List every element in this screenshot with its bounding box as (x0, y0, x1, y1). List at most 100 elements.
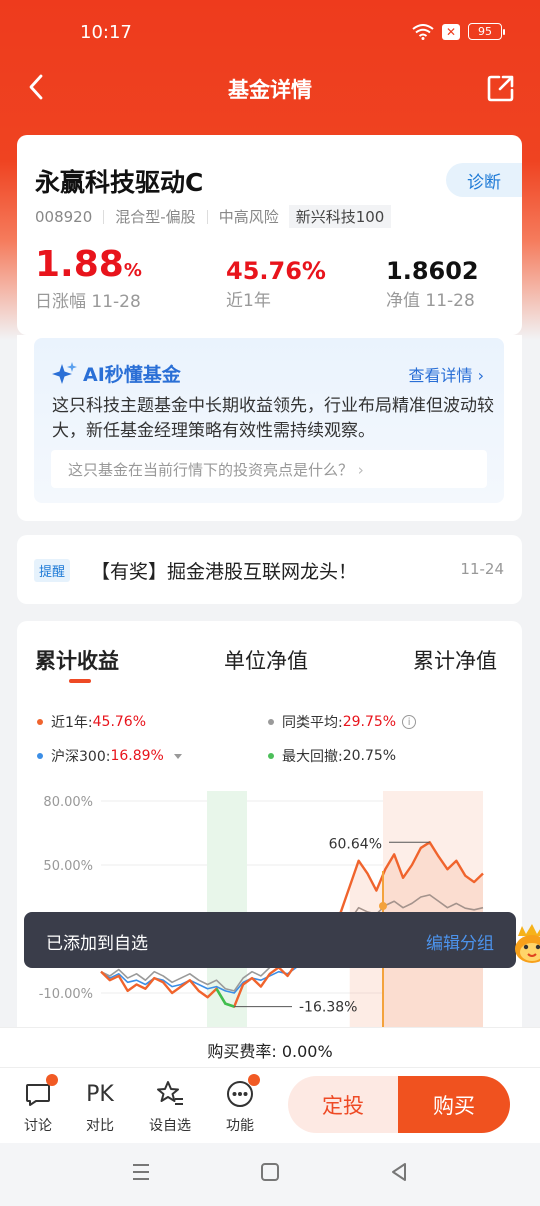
share-icon[interactable] (486, 73, 516, 103)
auto-invest-button[interactable]: 定投 (288, 1076, 398, 1133)
discuss-label: 讨论 (24, 1118, 52, 1134)
legend-drawdown: 最大回撤: 20.75% (268, 746, 396, 766)
notice-tag: 提醒 (34, 559, 71, 582)
event-marker-dot[interactable] (379, 902, 387, 910)
year-return-label: 近1年 (226, 291, 271, 312)
year-return-value: 45.76% (226, 257, 326, 285)
func-label: 功能 (226, 1118, 254, 1134)
bottom-action-bar: 讨论 PK 对比 设自选 功能 定投 购买 (0, 1067, 540, 1143)
daily-change-unit: % (123, 260, 142, 281)
fee-rate-text: 购买费率: 0.00% (207, 1042, 333, 1061)
performance-chart-card: 累计收益 单位净值 累计净值 近1年: 45.76% 同类平均: 29.75% i … (17, 621, 522, 1041)
notification-badge (248, 1074, 260, 1086)
notification-badge (46, 1074, 58, 1086)
compare-button[interactable]: PK 对比 (70, 1078, 130, 1135)
ai-question-text: 这只基金在当前行情下的投资亮点是什么？ (68, 461, 354, 479)
battery-level: 95 (478, 25, 492, 38)
back-icon[interactable] (388, 1161, 410, 1183)
ai-more-text: 查看详情 (408, 366, 473, 385)
wifi-icon (412, 23, 434, 40)
toast-message: 已添加到自选 (46, 934, 148, 954)
ai-title: AI秒懂基金 (52, 360, 181, 387)
legend-dot (268, 753, 274, 759)
status-bar: 10:17 ✕ 95 (0, 0, 540, 60)
mascot-icon[interactable] (512, 922, 540, 966)
legend-dot (268, 719, 274, 725)
divider (206, 209, 208, 224)
nav-label: 净值 11-28 (386, 291, 475, 312)
home-icon[interactable] (259, 1161, 281, 1183)
ai-summary-panel: AI秒懂基金 查看详情 › 这只科技主题基金中长期收益领先，行业布局精准但波动较… (34, 338, 504, 503)
ai-question-prompt[interactable]: 这只基金在当前行情下的投资亮点是什么？ › (51, 450, 487, 488)
legend-fund-label: 近1年: (51, 715, 93, 731)
edit-group-button[interactable]: 编辑分组 (426, 929, 494, 954)
discuss-button[interactable]: 讨论 (8, 1074, 68, 1135)
nav-stat: 1.8602 净值 11-28 (386, 245, 479, 312)
legend-index-label: 沪深300: (51, 749, 111, 765)
y-tick-label: -10.00% (39, 987, 93, 1002)
fund-theme-tag[interactable]: 新兴科技100 (288, 205, 392, 228)
notice-card[interactable]: 提醒 【有奖】掘金港股互联网龙头！ 11-24 (17, 535, 522, 604)
sparkle-icon (52, 361, 77, 384)
legend-peer-label: 同类平均: (282, 715, 343, 731)
nav-bar: 基金详情 (0, 60, 540, 116)
legend-fund-value: 45.76% (92, 714, 147, 730)
ai-summary-text: 这只科技主题基金中长期收益领先，行业布局精准但波动较大，新任基金经理策略有效性需… (52, 396, 494, 441)
y-tick-label: 50.00% (43, 859, 93, 874)
dropdown-arrow-icon (173, 753, 182, 759)
fund-code: 008920 (35, 207, 93, 226)
trade-buttons: 定投 购买 (288, 1076, 510, 1133)
legend-dot (37, 719, 43, 725)
daily-change-number: 1.88 (35, 244, 124, 285)
toast: 已添加到自选 编辑分组 (24, 912, 516, 968)
system-navigation-bar (0, 1143, 540, 1206)
active-tab-indicator (69, 679, 91, 683)
legend-fund: 近1年: 45.76% (37, 712, 146, 732)
nav-value: 1.8602 (386, 257, 479, 285)
ai-title-text: AI秒懂基金 (83, 364, 181, 386)
no-sim-icon: ✕ (442, 23, 460, 40)
tab-cumulative-nav[interactable]: 累计净值 (413, 645, 497, 675)
notice-date: 11-24 (460, 560, 504, 578)
star-list-icon (157, 1081, 183, 1105)
tab-cumulative-return[interactable]: 累计收益 (35, 645, 119, 675)
fund-risk: 中高风险 (218, 208, 279, 226)
functions-button[interactable]: 功能 (210, 1074, 270, 1135)
fee-rate-bar: 购买费率: 0.00% (0, 1027, 540, 1067)
daily-change-value: 1.88% (35, 245, 142, 285)
high-annotation: 60.64% (329, 836, 382, 852)
legend-index-value: 16.89% (110, 748, 164, 764)
info-icon[interactable]: i (402, 715, 417, 729)
status-time: 10:17 (80, 22, 132, 43)
chevron-right-icon: › (357, 461, 364, 479)
fund-summary-card: 永赢科技驱动C 诊断 008920 混合型-偏股 中高风险 新兴科技100 1.… (17, 135, 522, 335)
low-annotation: -16.38% (299, 1000, 357, 1016)
status-icons: ✕ 95 (412, 23, 505, 40)
compare-label: 对比 (86, 1118, 114, 1134)
legend-index[interactable]: 沪深300: 16.89% (37, 746, 182, 766)
ai-more-link[interactable]: 查看详情 › (408, 362, 484, 386)
ai-summary-card: AI秒懂基金 查看详情 › 这只科技主题基金中长期收益领先，行业布局精准但波动较… (17, 335, 522, 521)
notice-text: 【有奖】掘金港股互联网龙头！ (91, 561, 358, 583)
diagnose-button[interactable]: 诊断 (446, 163, 522, 197)
tab-unit-nav[interactable]: 单位净值 (224, 645, 308, 675)
page-title: 基金详情 (228, 78, 312, 102)
legend-dot (37, 753, 43, 759)
watch-icon-wrap (140, 1078, 200, 1110)
legend-drawdown-value: 20.75% (342, 748, 397, 764)
watch-label: 设自选 (149, 1118, 191, 1134)
legend-peer-value: 29.75% (342, 714, 397, 730)
fund-tags: 008920 混合型-偏股 中高风险 新兴科技100 (35, 205, 392, 228)
buy-button[interactable]: 购买 (398, 1076, 510, 1133)
daily-change-label: 日涨幅 11-28 (35, 291, 141, 312)
menu-icon[interactable] (130, 1161, 152, 1183)
fund-name: 永赢科技驱动C (35, 168, 204, 197)
daily-change-stat: 1.88% 日涨幅 11-28 (35, 245, 142, 312)
chevron-right-icon: › (477, 366, 484, 385)
legend-peer: 同类平均: 29.75% i (268, 712, 417, 732)
legend-drawdown-label: 最大回撤: (282, 749, 343, 765)
pk-icon: PK (86, 1081, 114, 1107)
add-watchlist-button[interactable]: 设自选 (140, 1078, 200, 1135)
year-return-stat: 45.76% 近1年 (226, 245, 326, 312)
discuss-icon-wrap (8, 1074, 68, 1110)
